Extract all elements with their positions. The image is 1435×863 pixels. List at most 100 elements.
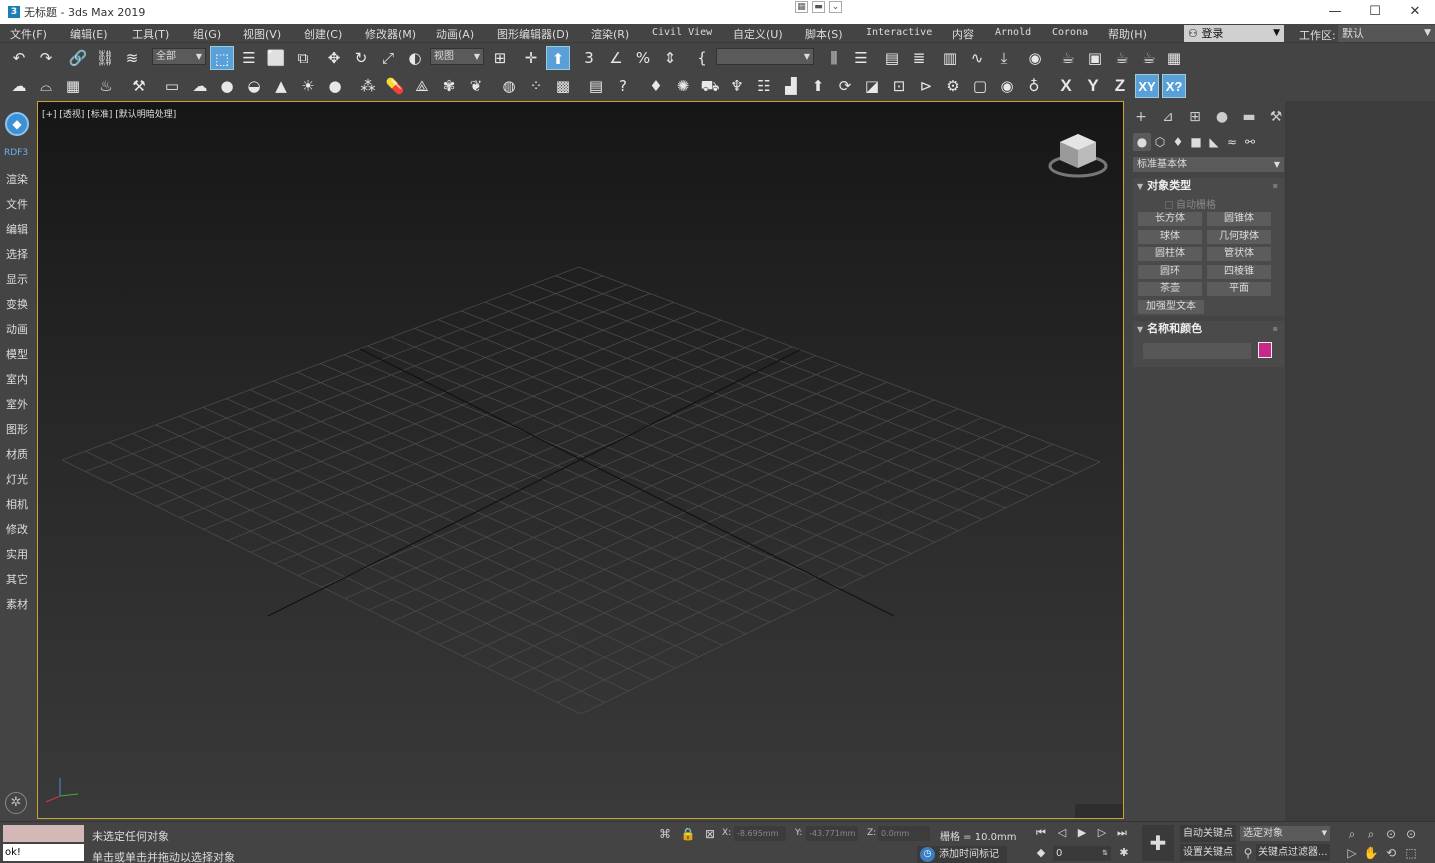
named-selection-dropdown[interactable]: ▼	[716, 48, 814, 65]
layer-explorer-icon[interactable]: ≣	[907, 46, 931, 70]
window-icon[interactable]: ▢	[968, 74, 992, 98]
field-of-view-icon[interactable]: ▷	[1344, 845, 1360, 861]
settings-gear-icon[interactable]: ✲	[5, 792, 27, 814]
menu-civil-view[interactable]: Civil View	[652, 27, 712, 38]
spot-light-icon[interactable]: ✺	[671, 74, 695, 98]
key-filters-button[interactable]: 关键点过滤器...	[1256, 844, 1330, 861]
play-icon[interactable]: ▶	[1073, 826, 1091, 839]
material-swatch-icon[interactable]: ▩	[551, 74, 575, 98]
current-frame-spinner[interactable]: 0 ⇅	[1053, 846, 1111, 861]
export-icon[interactable]: ⊳	[914, 74, 938, 98]
globe-icon[interactable]: ◍	[497, 74, 521, 98]
modify-tab-icon[interactable]: ⊿	[1157, 107, 1179, 127]
autogrid-checkbox[interactable]: 自动栅格	[1165, 196, 1216, 211]
left-item-indoor[interactable]: 室内	[6, 371, 28, 387]
text-plus-button[interactable]: 加强型文本	[1138, 300, 1204, 314]
schematic-view-icon[interactable]: ⤓	[992, 46, 1016, 70]
axis-y-button[interactable]: Y	[1081, 74, 1105, 98]
reference-coordinate-dropdown[interactable]: 视图 ▼	[430, 48, 484, 65]
next-frame-icon[interactable]: ▷	[1093, 826, 1111, 839]
scale-icon[interactable]: ⤢	[376, 46, 400, 70]
display-tab-icon[interactable]: ▬	[1238, 107, 1260, 127]
shape-icon[interactable]: ⌓	[34, 74, 58, 98]
create-tab-icon[interactable]: +	[1130, 107, 1152, 127]
menu-file[interactable]: 文件(F)	[10, 26, 47, 42]
helpers-icon[interactable]: ◣	[1205, 133, 1223, 151]
menu-corona[interactable]: Corona	[1052, 27, 1088, 38]
window-crossing-icon[interactable]: ⧉	[291, 46, 315, 70]
maximize-button[interactable]: ☐	[1355, 0, 1395, 24]
space-warps-icon[interactable]: ≈	[1223, 133, 1241, 151]
camera-scene-icon[interactable]: ⛟	[698, 74, 722, 98]
rendered-frame-icon[interactable]: ▣	[1083, 46, 1107, 70]
move-icon[interactable]: ✥	[322, 46, 346, 70]
left-item-camera[interactable]: 相机	[6, 496, 28, 512]
refresh-icon[interactable]: ⟳	[833, 74, 857, 98]
sphere-button[interactable]: 球体	[1138, 230, 1202, 244]
category-dropdown[interactable]: 标准基本体 ▼	[1133, 157, 1284, 172]
select-object-icon[interactable]: ⬚	[210, 46, 234, 70]
rollout-header[interactable]: ▼ 对象类型 ▪	[1133, 178, 1284, 194]
plane-button[interactable]: 平面	[1207, 282, 1271, 296]
left-item-assets[interactable]: 素材	[6, 596, 28, 612]
set-key-button[interactable]: 设置关键点	[1180, 844, 1236, 861]
angle-snap-icon[interactable]: ∠	[604, 46, 628, 70]
shapes-icon[interactable]: ⬡	[1151, 133, 1169, 151]
time-tag-menu-icon[interactable]: ✱	[1115, 846, 1133, 859]
batch-icon[interactable]: ▤	[584, 74, 608, 98]
menu-tools[interactable]: 工具(T)	[132, 26, 169, 42]
zoom-extents-icon[interactable]: ⊙	[1383, 826, 1399, 842]
axis-x-button[interactable]: X	[1054, 74, 1078, 98]
left-item-model[interactable]: 模型	[6, 346, 28, 362]
menu-arnold[interactable]: Arnold	[995, 27, 1031, 38]
axis-xy-cycle-button[interactable]: X?	[1162, 74, 1186, 98]
omni-light-icon[interactable]: ♦	[644, 74, 668, 98]
hierarchy-tab-icon[interactable]: ⊞	[1184, 107, 1206, 127]
menu-help[interactable]: 帮助(H)	[1108, 26, 1147, 42]
zoom-all-icon[interactable]: ⌕	[1363, 826, 1379, 842]
previous-frame-icon[interactable]: ◁	[1053, 826, 1071, 839]
cone-icon[interactable]: ▲	[269, 74, 293, 98]
curve-editor-icon[interactable]: ∿	[965, 46, 989, 70]
geosphere-button[interactable]: 几何球体	[1207, 230, 1271, 244]
login-dropdown[interactable]: ⚇ 登录 ▼	[1184, 25, 1284, 42]
select-manipulate-icon[interactable]: ✛	[519, 46, 543, 70]
render-production-icon[interactable]: ☕	[1110, 46, 1134, 70]
left-item-shape[interactable]: 图形	[6, 421, 28, 437]
unlink-icon[interactable]: ⛓	[93, 46, 117, 70]
menu-group[interactable]: 组(G)	[193, 26, 221, 42]
box-primitive-icon[interactable]: ▭	[160, 74, 184, 98]
object-name-field[interactable]	[1143, 343, 1251, 359]
time-config-icon[interactable]: ◆	[1032, 846, 1050, 859]
material-editor-icon[interactable]: ◉	[1023, 46, 1047, 70]
help-icon[interactable]: ?	[611, 74, 635, 98]
go-to-end-icon[interactable]: ⏭	[1113, 826, 1131, 840]
left-item-animation[interactable]: 动画	[6, 321, 28, 337]
left-item-utility[interactable]: 实用	[6, 546, 28, 562]
cone-button[interactable]: 圆锥体	[1207, 212, 1271, 226]
layout-icon[interactable]: ▦	[795, 1, 808, 13]
set-key-big-icon[interactable]: ✚	[1142, 825, 1174, 861]
menu-rendering[interactable]: 渲染(R)	[591, 26, 629, 42]
render-setup-icon[interactable]: ☕	[1056, 46, 1080, 70]
menu-scripting[interactable]: 脚本(S)	[805, 26, 843, 42]
bind-space-warp-icon[interactable]: ≋	[120, 46, 144, 70]
menu-view[interactable]: 视图(V)	[243, 26, 281, 42]
grid-tool-icon[interactable]: ⚒	[127, 74, 151, 98]
box-button[interactable]: 长方体	[1138, 212, 1202, 226]
axis-z-button[interactable]: Z	[1108, 74, 1132, 98]
undo-icon[interactable]: ↶	[7, 46, 31, 70]
go-to-start-icon[interactable]: ⏮	[1032, 826, 1050, 840]
align-icon[interactable]: ☰	[849, 46, 873, 70]
selected-object-dropdown[interactable]: 选定对象 ▼	[1240, 826, 1330, 841]
plant-icon[interactable]: ❦	[464, 74, 488, 98]
snap-toggle-icon[interactable]: 3	[577, 46, 601, 70]
left-item-transform[interactable]: 变换	[6, 296, 28, 312]
chevron-down-icon[interactable]: ⌄	[829, 1, 842, 13]
menu-graph-editors[interactable]: 图形编辑器(D)	[497, 26, 569, 42]
sun-icon[interactable]: ☀	[296, 74, 320, 98]
mirror-icon[interactable]: ⫼	[822, 46, 846, 70]
lamp-icon[interactable]: ♨	[94, 74, 118, 98]
pyramid-button[interactable]: 四棱锥	[1207, 265, 1271, 279]
maxscript-output[interactable]: ok!	[3, 844, 84, 861]
